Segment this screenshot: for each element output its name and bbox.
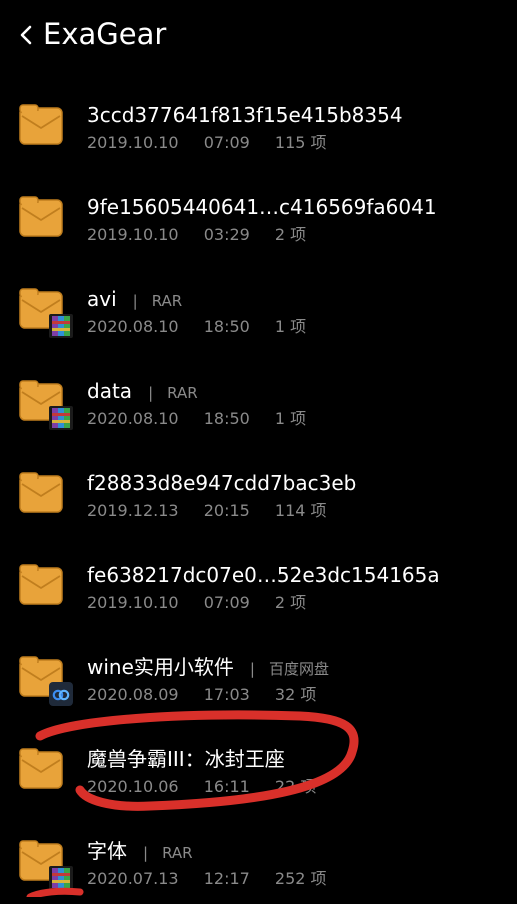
folder-date: 2020.08.09 <box>87 685 179 704</box>
folder-item-count: 114 项 <box>274 501 327 520</box>
folder-date: 2019.12.13 <box>87 501 179 520</box>
folder-icon <box>19 564 63 605</box>
folder-list-item[interactable]: avi | RAR 2020.08.10 18:50 1 项 <box>0 260 517 352</box>
folder-name: 3ccd377641f813f15e415b8354 <box>87 103 403 127</box>
folder-date: 2019.10.10 <box>87 225 179 244</box>
folder-meta: 2020.08.10 18:50 1 项 <box>87 408 326 430</box>
folder-source: RAR <box>162 844 193 862</box>
folder-meta: 2019.10.10 03:29 2 项 <box>87 224 326 246</box>
folder-list-item[interactable]: 3ccd377641f813f15e415b8354 2019.10.10 07… <box>0 76 517 168</box>
file-list: 3ccd377641f813f15e415b8354 2019.10.10 07… <box>0 76 517 904</box>
folder-list-item[interactable]: wine实用小软件 | 百度网盘 2020.08.09 17:03 32 项 <box>0 628 517 720</box>
folder-time: 07:09 <box>203 133 250 152</box>
folder-list-item[interactable]: f28833d8e947cdd7bac3eb 2019.12.13 20:15 … <box>0 444 517 536</box>
folder-meta: 2020.08.09 17:03 32 项 <box>87 684 336 706</box>
folder-date: 2019.10.10 <box>87 133 179 152</box>
folder-time: 03:29 <box>203 225 250 244</box>
folder-name: f28833d8e947cdd7bac3eb <box>87 471 357 495</box>
folder-name: avi <box>87 287 117 311</box>
folder-name-line: wine实用小软件 | 百度网盘 <box>87 654 329 682</box>
folder-meta: 2019.10.10 07:09 115 项 <box>87 132 347 154</box>
folder-icon <box>19 104 63 145</box>
folder-item-count: 1 项 <box>274 317 307 336</box>
folder-source: 百度网盘 <box>268 660 329 678</box>
folder-item-count: 2 项 <box>274 225 307 244</box>
folder-meta: 2020.10.06 16:11 22 项 <box>87 776 336 798</box>
folder-name-line: fe638217dc07e0…52e3dc154165a <box>87 562 440 588</box>
folder-list-item[interactable]: data | RAR 2020.08.10 18:50 1 项 <box>0 352 517 444</box>
folder-time: 18:50 <box>203 409 250 428</box>
page-title: ExaGear <box>43 17 167 51</box>
folder-time: 16:11 <box>203 777 250 796</box>
source-separator: | <box>143 844 149 862</box>
folder-name-line: 字体 | RAR <box>87 838 193 866</box>
folder-item-count: 32 项 <box>274 685 317 704</box>
folder-time: 18:50 <box>203 317 250 336</box>
folder-time: 20:15 <box>203 501 250 520</box>
folder-item-count: 1 项 <box>274 409 307 428</box>
folder-name-line: avi | RAR <box>87 286 182 314</box>
folder-name: 9fe15605440641…c416569fa6041 <box>87 195 437 219</box>
folder-name-line: 9fe15605440641…c416569fa6041 <box>87 194 437 220</box>
folder-date: 2019.10.10 <box>87 593 179 612</box>
rar-icon <box>49 866 73 890</box>
folder-meta: 2020.07.13 12:17 252 项 <box>87 868 347 890</box>
rar-icon <box>49 406 73 430</box>
folder-name-line: 3ccd377641f813f15e415b8354 <box>87 102 403 128</box>
folder-meta: 2019.12.13 20:15 114 项 <box>87 500 347 522</box>
folder-time: 12:17 <box>203 869 250 888</box>
folder-list-item[interactable]: fe638217dc07e0…52e3dc154165a 2019.10.10 … <box>0 536 517 628</box>
folder-source: RAR <box>167 384 198 402</box>
folder-name: fe638217dc07e0…52e3dc154165a <box>87 563 440 587</box>
folder-meta: 2019.10.10 07:09 2 项 <box>87 592 326 614</box>
rar-icon <box>49 314 73 338</box>
folder-date: 2020.08.10 <box>87 317 179 336</box>
folder-date: 2020.10.06 <box>87 777 179 796</box>
folder-icon <box>19 748 63 789</box>
folder-name-line: 魔兽争霸III：冰封王座 <box>87 746 285 772</box>
folder-name: 魔兽争霸III：冰封王座 <box>87 747 285 771</box>
folder-list-item[interactable]: 9fe15605440641…c416569fa6041 2019.10.10 … <box>0 168 517 260</box>
folder-date: 2020.08.10 <box>87 409 179 428</box>
baidu-netdisk-icon <box>49 682 73 706</box>
back-arrow-icon[interactable] <box>14 18 40 52</box>
source-separator: | <box>249 660 255 678</box>
folder-name: data <box>87 379 133 403</box>
folder-item-count: 2 项 <box>274 593 307 612</box>
source-separator: | <box>148 384 154 402</box>
folder-date: 2020.07.13 <box>87 869 179 888</box>
folder-time: 07:09 <box>203 593 250 612</box>
folder-list-item[interactable]: 字体 | RAR 2020.07.13 12:17 252 项 <box>0 812 517 904</box>
folder-list-item[interactable]: 魔兽争霸III：冰封王座 2020.10.06 16:11 22 项 <box>0 720 517 812</box>
folder-name-line: f28833d8e947cdd7bac3eb <box>87 470 356 496</box>
source-separator: | <box>132 292 138 310</box>
folder-name-line: data | RAR <box>87 378 198 406</box>
folder-name: wine实用小软件 <box>87 655 234 679</box>
folder-time: 17:03 <box>203 685 250 704</box>
folder-icon <box>19 472 63 513</box>
folder-name: 字体 <box>87 839 127 863</box>
folder-item-count: 22 项 <box>274 777 317 796</box>
app-header: ExaGear <box>0 0 517 70</box>
folder-icon <box>19 196 63 237</box>
folder-item-count: 252 项 <box>274 869 327 888</box>
folder-meta: 2020.08.10 18:50 1 项 <box>87 316 326 338</box>
folder-source: RAR <box>151 292 183 310</box>
folder-item-count: 115 项 <box>274 133 327 152</box>
